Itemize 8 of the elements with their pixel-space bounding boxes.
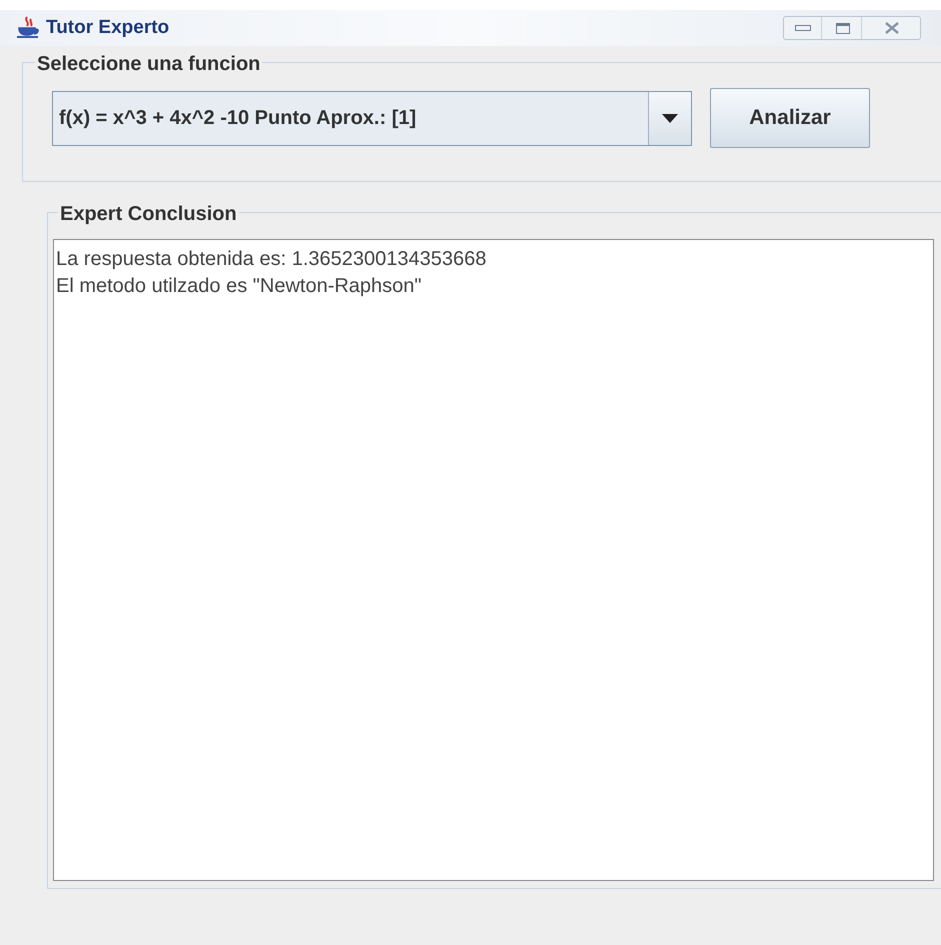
coffee-cup-icon (16, 16, 42, 40)
conclusion-text-area[interactable]: La respuesta obtenida es: 1.3652300134353668 El metodo utilzado es "Newton-Raphson" (53, 239, 934, 881)
analyze-button[interactable]: Analizar (710, 88, 870, 148)
conclusion-line: La respuesta obtenida es: 1.3652300134353668 (56, 247, 488, 272)
close-icon (884, 22, 900, 34)
conclusion-line: El metodo utilzado es "Newton-Raphson" (56, 274, 423, 299)
dropdown-arrow-icon (662, 114, 678, 122)
window-title: Tutor Experto (46, 16, 170, 40)
